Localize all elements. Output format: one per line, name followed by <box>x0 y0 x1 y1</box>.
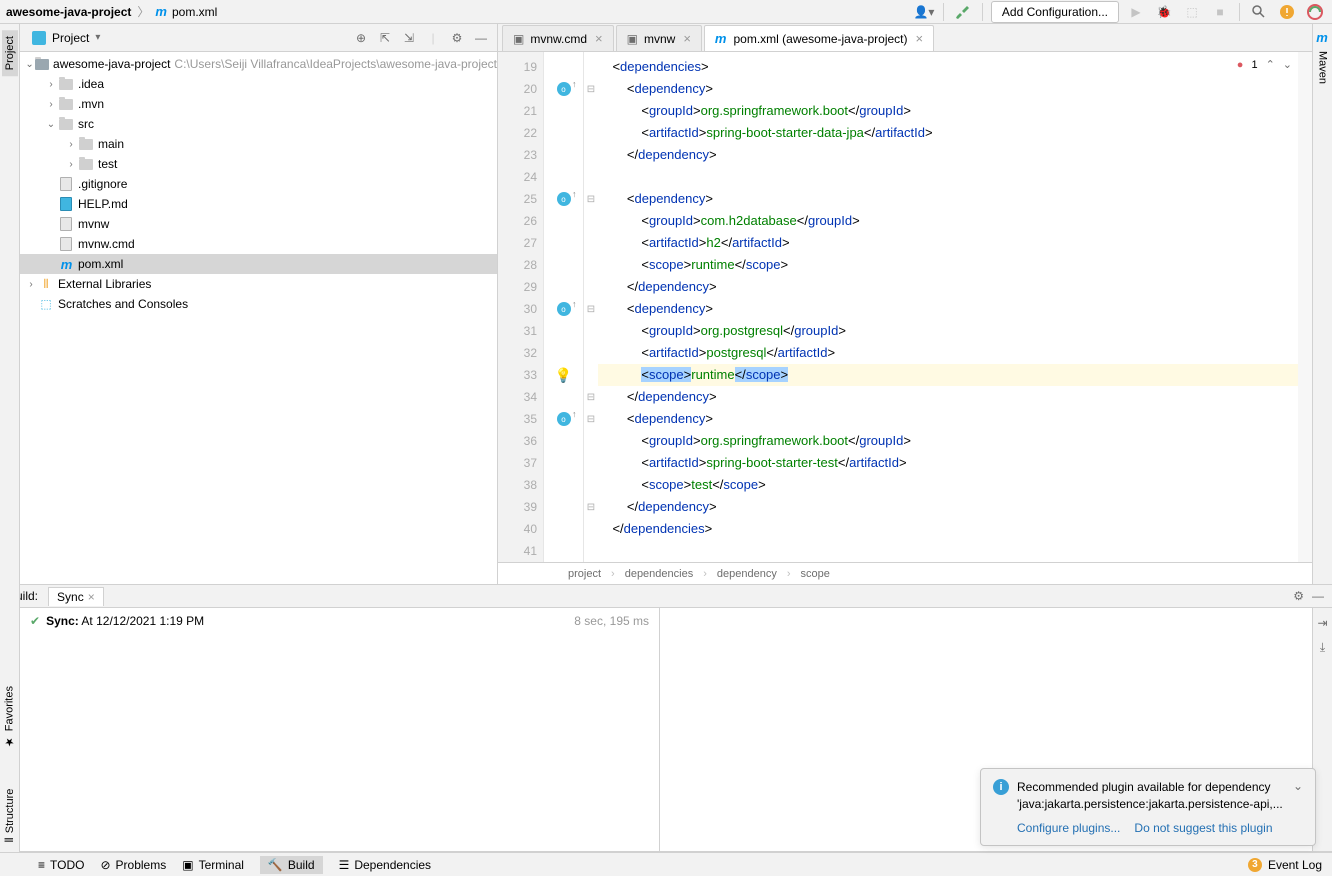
xml-breadcrumb[interactable]: project› dependencies› dependency› scope <box>498 562 1312 584</box>
breadcrumb-root[interactable]: awesome-java-project <box>6 5 131 19</box>
configure-plugins-link[interactable]: Configure plugins... <box>1017 821 1120 835</box>
add-configuration-button[interactable]: Add Configuration... <box>991 1 1119 23</box>
next-error-icon[interactable]: ⌄ <box>1283 58 1292 71</box>
editor-tab-pom[interactable]: mpom.xml (awesome-java-project)× <box>704 25 934 51</box>
build-tab-sync[interactable]: Sync× <box>48 587 104 606</box>
line-gutter[interactable]: 1920212223242526272829303132333435363738… <box>498 52 544 562</box>
debug-icon[interactable]: 🐞 <box>1153 1 1175 23</box>
breadcrumb-file[interactable]: pom.xml <box>172 5 217 19</box>
tree-src[interactable]: ⌄ src <box>20 114 497 134</box>
tree-pom[interactable]: m pom.xml <box>20 254 497 274</box>
locate-icon[interactable]: ⊕ <box>351 28 371 48</box>
info-icon: i <box>993 779 1009 795</box>
update-icon[interactable] <box>1276 1 1298 23</box>
tree-mvn[interactable]: › .mvn <box>20 94 497 114</box>
todo-tab[interactable]: ≡TODO <box>38 858 84 872</box>
scroll-end-icon[interactable]: ⤓ <box>1320 640 1325 655</box>
tree-mvnwcmd[interactable]: mvnw.cmd <box>20 234 497 254</box>
fold-gutter[interactable]: ⊟⊟ ⊟⊟⊟⊟ <box>584 52 598 562</box>
close-icon[interactable]: × <box>916 31 924 46</box>
build-sync-row[interactable]: ✔ Sync: At 12/12/2021 1:19 PM 8 sec, 195… <box>20 608 660 851</box>
run-icon[interactable]: ▶ <box>1125 1 1147 23</box>
chevron-down-icon[interactable]: ⌄ <box>1293 779 1303 793</box>
expand-icon[interactable]: ⇱ <box>375 28 395 48</box>
marker-gutter[interactable]: o o o 💡 o <box>544 52 584 562</box>
dismiss-plugin-link[interactable]: Do not suggest this plugin <box>1134 821 1272 835</box>
tree-test[interactable]: › test <box>20 154 497 174</box>
tree-main[interactable]: › main <box>20 134 497 154</box>
structure-tab[interactable]: ⫴ Structure <box>4 789 16 842</box>
tree-mvnw[interactable]: mvnw <box>20 214 497 234</box>
project-view-selector[interactable]: Project ▾ <box>26 29 106 47</box>
tree-scratches[interactable]: ⬚ Scratches and Consoles <box>20 294 497 314</box>
maven-tool-icon[interactable]: m <box>1316 30 1327 45</box>
user-icon[interactable]: 👤▾ <box>913 1 935 23</box>
success-icon: ✔ <box>30 614 40 845</box>
error-indicator[interactable]: ●1 ⌃ ⌄ <box>1237 58 1292 71</box>
favorites-tab[interactable]: ★ Favorites <box>3 686 16 748</box>
hide-icon[interactable]: — <box>471 28 491 48</box>
error-stripe[interactable] <box>1298 52 1312 562</box>
tree-root[interactable]: ⌄ awesome-java-project C:\Users\Seiji Vi… <box>20 54 497 74</box>
event-log-tab[interactable]: Event Log <box>1268 858 1322 872</box>
ide-icon[interactable] <box>1304 1 1326 23</box>
plugin-notification[interactable]: i Recommended plugin available for depen… <box>980 768 1316 846</box>
maven-file-icon: m <box>155 4 166 19</box>
stop-icon[interactable]: ■ <box>1209 1 1231 23</box>
close-icon[interactable]: × <box>88 590 95 604</box>
gear-icon[interactable]: ⚙ <box>1293 589 1304 603</box>
prev-error-icon[interactable]: ⌃ <box>1266 58 1275 71</box>
hide-icon[interactable]: — <box>1312 589 1324 603</box>
tree-extlib[interactable]: ›⫴ External Libraries <box>20 274 497 294</box>
tree-idea[interactable]: › .idea <box>20 74 497 94</box>
build-tab[interactable]: 🔨Build <box>260 856 323 874</box>
collapse-icon[interactable]: ⇲ <box>399 28 419 48</box>
dependencies-tab[interactable]: ☰Dependencies <box>339 858 432 872</box>
divider: | <box>423 28 443 48</box>
terminal-tab[interactable]: ▣Terminal <box>182 858 244 872</box>
softwrap-icon[interactable]: ⇥ <box>1317 616 1327 630</box>
search-icon[interactable] <box>1248 1 1270 23</box>
coverage-icon[interactable]: ⬚ <box>1181 1 1203 23</box>
tree-gitignore[interactable]: .gitignore <box>20 174 497 194</box>
intention-bulb-icon[interactable]: 💡 <box>555 367 572 384</box>
hammer-icon[interactable] <box>952 1 974 23</box>
problems-tab[interactable]: ⊘Problems <box>100 858 166 872</box>
breadcrumb: awesome-java-project 〉 m pom.xml <box>6 3 217 20</box>
editor-tab-mvnw[interactable]: ▣mvnw× <box>616 25 702 51</box>
project-tool-tab[interactable]: Project <box>2 30 18 76</box>
code-editor[interactable]: <dependencies> <dependency> <groupId>org… <box>598 52 1312 562</box>
editor-tab-mvnwcmd[interactable]: ▣mvnw.cmd× <box>502 25 614 51</box>
gear-icon[interactable]: ⚙ <box>447 28 467 48</box>
close-icon[interactable]: × <box>595 31 603 46</box>
tree-help[interactable]: HELP.md <box>20 194 497 214</box>
notification-count[interactable]: 3 <box>1248 858 1262 872</box>
maven-tool-tab[interactable]: Maven <box>1315 45 1331 90</box>
close-icon[interactable]: × <box>683 31 691 46</box>
